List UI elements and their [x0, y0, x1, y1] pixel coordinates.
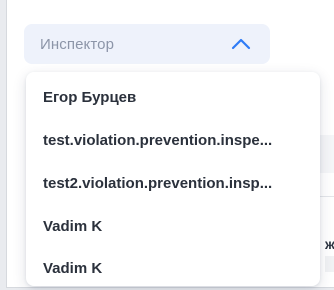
dropdown-option[interactable]: test.violation.prevention.inspe...: [26, 122, 320, 160]
dropdown-option[interactable]: test2.violation.prevention.insp...: [26, 165, 320, 203]
background-partial-text: ж: [325, 236, 334, 252]
inspector-dropdown-list: Егор Бурцев test.violation.prevention.in…: [26, 72, 320, 286]
background-partial-cell: [325, 256, 334, 272]
dropdown-option[interactable]: Егор Бурцев: [26, 79, 320, 117]
inspector-select-placeholder: Инспектор: [40, 36, 115, 53]
inspector-select[interactable]: Инспектор: [24, 24, 270, 64]
dropdown-option[interactable]: Vadim K: [26, 250, 320, 286]
dropdown-option[interactable]: Vadim K: [26, 208, 320, 246]
chevron-up-icon[interactable]: [230, 37, 252, 51]
